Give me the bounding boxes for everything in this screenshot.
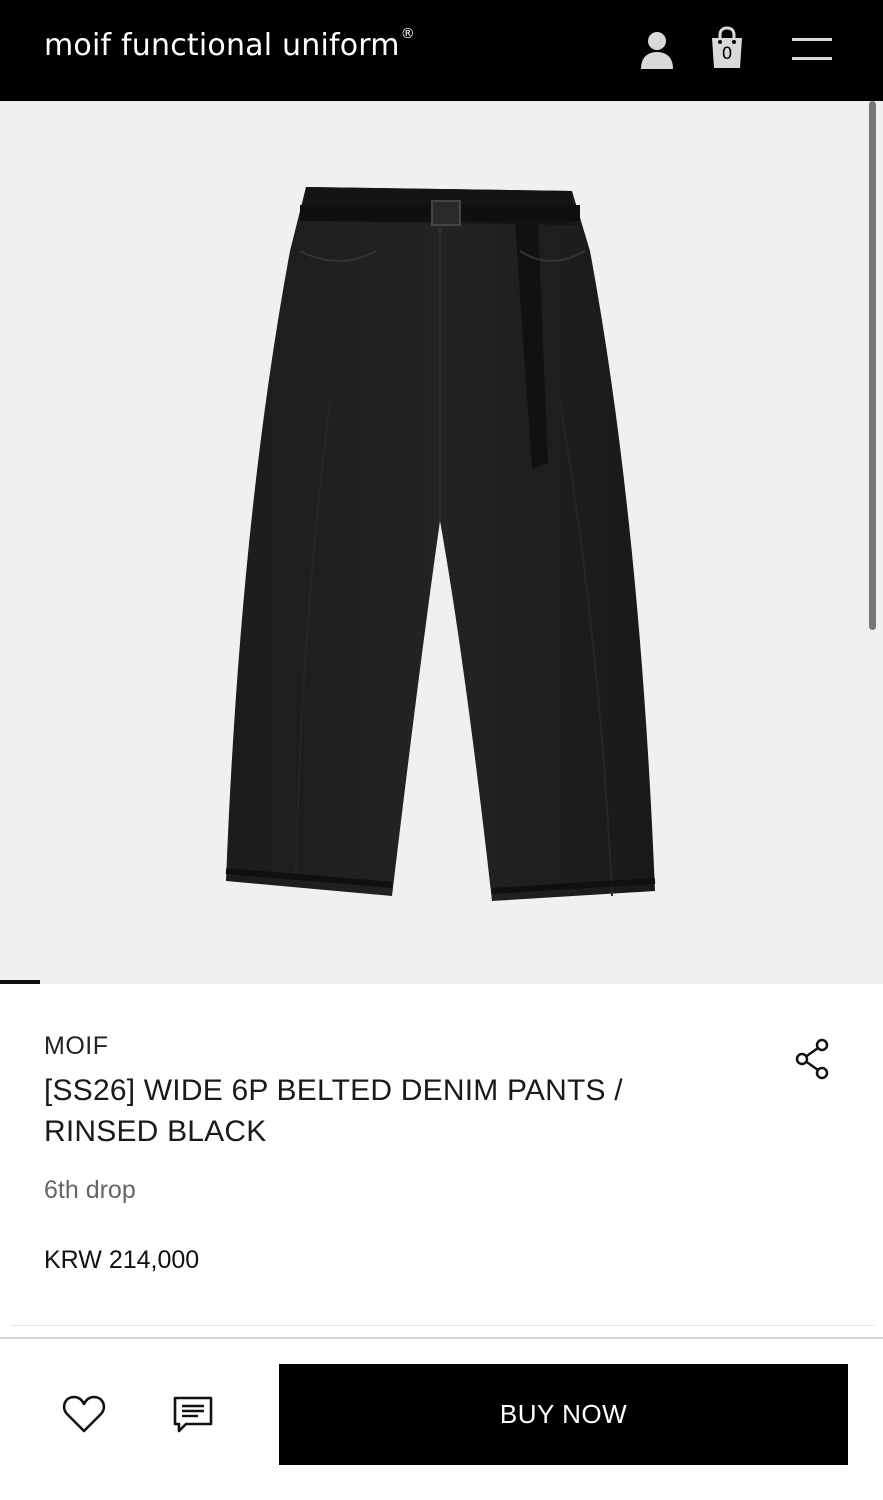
brand-name: moif functional uniform [44,28,400,63]
bottom-bar-divider [0,1337,883,1339]
user-icon[interactable] [638,30,676,70]
shopping-bag-icon[interactable]: 0 [708,26,746,70]
divider [10,1325,874,1326]
product-title: [SS26] WIDE 6P BELTED DENIM PANTS / RINS… [44,1074,623,1148]
product-price: KRW 214,000 [44,1246,200,1274]
chat-icon[interactable] [172,1395,214,1435]
product-drop-label: 6th drop [44,1176,136,1204]
carousel-slide-indicator [0,980,40,984]
brand-logo[interactable]: moif functional uniform® [44,26,415,63]
product-image-carousel[interactable] [0,101,883,984]
cart-count: 0 [721,44,733,64]
product-brand[interactable]: MOIF [44,1032,109,1061]
top-header: moif functional uniform® 0 [0,0,883,101]
wide-belted-denim-pants-image [225,187,656,901]
heart-icon[interactable] [62,1394,106,1434]
share-icon[interactable] [794,1038,832,1080]
page-scrollbar[interactable] [869,101,876,630]
buy-now-button[interactable]: BUY NOW [279,1364,848,1465]
hamburger-menu-icon[interactable] [790,36,834,66]
registered-mark: ® [400,26,415,42]
